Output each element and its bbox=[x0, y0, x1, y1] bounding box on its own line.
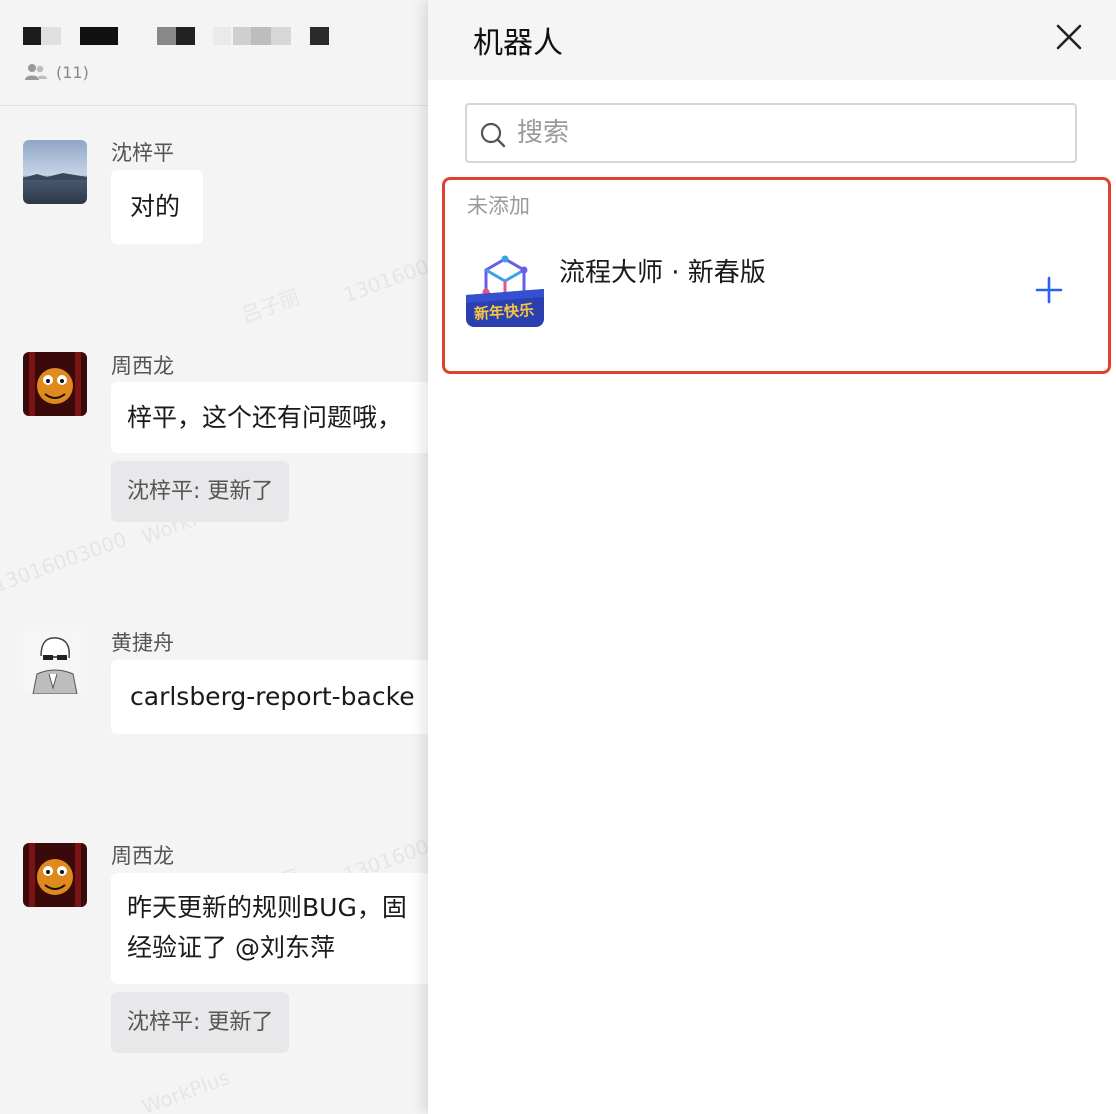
sender-name: 周西龙 bbox=[111, 844, 174, 868]
section-label: 未添加 bbox=[467, 194, 530, 218]
sender-name: 黄捷舟 bbox=[111, 631, 174, 655]
message-line: 经验证了 @刘东萍 bbox=[127, 933, 335, 962]
message-bubble[interactable]: 昨天更新的规则BUG，固 经验证了 @刘东萍 bbox=[111, 873, 428, 984]
add-bot-button[interactable] bbox=[1031, 272, 1067, 308]
search-icon bbox=[480, 122, 506, 148]
sender-name: 周西龙 bbox=[111, 354, 174, 378]
bot-name: 流程大师 · 新春版 bbox=[559, 258, 766, 288]
member-count-label: (11) bbox=[56, 62, 89, 82]
panel-title: 机器人 bbox=[473, 26, 563, 61]
search-box[interactable] bbox=[465, 103, 1077, 163]
watermark: 吕子丽 bbox=[238, 284, 303, 328]
bot-avatar[interactable]: 新年快乐 bbox=[466, 251, 544, 327]
close-button[interactable] bbox=[1048, 16, 1090, 58]
panel-header: 机器人 bbox=[428, 0, 1116, 80]
plus-icon bbox=[1035, 276, 1063, 304]
avatar[interactable] bbox=[23, 630, 87, 694]
message-bubble[interactable]: carlsberg-report-backe bbox=[111, 660, 428, 734]
people-icon bbox=[25, 64, 47, 80]
message-bubble[interactable]: 对的 bbox=[111, 170, 203, 244]
member-count[interactable]: (11) bbox=[24, 62, 89, 82]
message-bubble[interactable]: 梓平，这个还有问题哦， bbox=[111, 382, 428, 453]
not-added-section: 未添加 新年快乐 流程大师 · 新春版 bbox=[442, 177, 1111, 374]
message-line: 昨天更新的规则BUG，固 bbox=[127, 893, 407, 922]
close-icon bbox=[1056, 24, 1082, 50]
sender-name: 沈梓平 bbox=[111, 141, 174, 165]
chat-pane: 吕子丽 13016003000 WorkPlus 13016003000 吕子丽… bbox=[0, 0, 428, 1114]
watermark: WorkPlus bbox=[138, 1065, 233, 1114]
reply-quote[interactable]: 沈梓平: 更新了 bbox=[111, 461, 290, 522]
search-input[interactable] bbox=[517, 113, 1057, 153]
bot-badge-text: 新年快乐 bbox=[473, 300, 535, 324]
chat-header: (11) bbox=[0, 0, 428, 106]
watermark: 13016003000 bbox=[0, 526, 130, 598]
reply-quote[interactable]: 沈梓平: 更新了 bbox=[111, 992, 290, 1053]
avatar[interactable] bbox=[23, 843, 87, 907]
avatar[interactable] bbox=[23, 140, 87, 204]
avatar[interactable] bbox=[23, 352, 87, 416]
robot-panel: 机器人 未添加 bbox=[428, 0, 1116, 1114]
watermark: 13016003000 bbox=[340, 236, 428, 308]
